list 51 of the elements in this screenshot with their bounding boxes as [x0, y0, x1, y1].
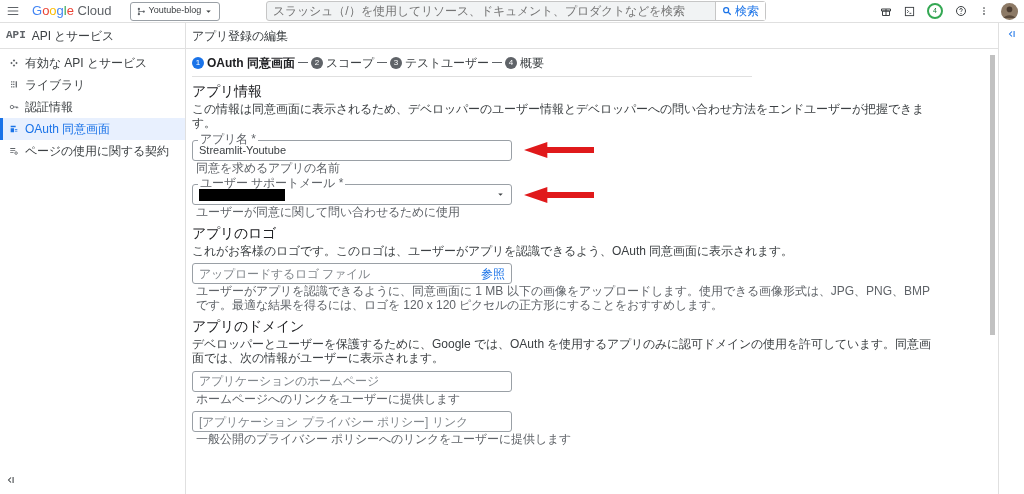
project-icon [136, 6, 146, 16]
field-label: ユーザー サポートメール * [198, 177, 346, 190]
step-number: 1 [192, 56, 204, 69]
help-icon[interactable] [955, 5, 967, 17]
helper-text: ホームページへのリンクをユーザーに提供します [196, 392, 461, 407]
step[interactable]: 1 OAuth 同意画面 [192, 53, 295, 72]
sidebar-item[interactable]: OAuth 同意画面 [0, 118, 185, 140]
sidebar-item[interactable]: 認証情報 [0, 96, 185, 118]
description: デベロッパーとユーザーを保護するために、Google では、OAuth を使用するアプリのみに認可ドメインの使用を許可しています。同意画面では、次の情報がユーザーに表示されます。 [192, 336, 932, 366]
search-field[interactable]: スラッシュ（/）を使用してリソース、ドキュメント、プロダクトなどを検索 検索 [266, 1, 767, 21]
search-button[interactable]: 検索 [715, 2, 766, 20]
input-field[interactable]: アプリケーションのホームページ [192, 370, 512, 392]
field-label: アプリ名 * [198, 132, 258, 145]
list-icon [9, 146, 19, 156]
logo[interactable]: Google Cloud [32, 1, 112, 21]
step-number: 4 [505, 56, 517, 69]
sidebar-item[interactable]: 有効な API とサービス [0, 52, 185, 74]
step[interactable]: 2 スコープ [311, 53, 374, 72]
key-icon [9, 102, 19, 112]
api-logo: API [6, 28, 26, 44]
sidebar-item[interactable]: ページの使用に関する契約 [0, 140, 185, 162]
file-field[interactable]: アップロードするロゴ ファイル 参照 [192, 263, 512, 285]
sidebar-title: API とサービス [31, 27, 115, 45]
helper-text: 同意を求めるアプリの名前 [196, 161, 341, 176]
helper-text: ユーザーがアプリを認識できるように、同意画面に 1 MB 以下の画像をアップロードします。使用できる画像形式は、JPG、PNG、BMP です。最適な結果を得るには、ロゴを 120 x 120 ピクセルの正方形にすることをおすすめします。 [196, 285, 931, 313]
helper-text: 一般公開のプライバシー ポリシーへのリンクをユーザーに提供します [196, 433, 573, 448]
input-field[interactable]: [アプリケーション プライバシー ポリシー] リンク [192, 411, 512, 433]
step-number: 3 [390, 56, 402, 69]
description: これがお客様のロゴです。このロゴは、ユーザーがアプリを認識できるよう、OAuth 同意画面に表示されます。 [192, 243, 795, 259]
project-selector[interactable]: Youtube-blog [129, 1, 221, 21]
gift-icon[interactable] [880, 5, 892, 17]
collapse-icon[interactable] [1006, 29, 1017, 39]
helper-text: ユーザーが同意に関して問い合わせるために使用 [196, 206, 461, 221]
scrollbar[interactable] [990, 55, 995, 335]
sidebar-item[interactable]: ライブラリ [0, 74, 185, 96]
section-heading: アプリのドメイン [192, 317, 305, 335]
step[interactable]: 3 テストユーザー [390, 53, 489, 72]
step[interactable]: 4 概要 [505, 53, 544, 72]
diamond-cluster-icon [9, 58, 19, 68]
menu-icon[interactable] [6, 4, 20, 18]
terminal-icon[interactable] [904, 5, 915, 17]
description: この情報は同意画面に表示されるため、デベロッパーのユーザー情報とデベロッパーへの問い合わせ方法をエンドユーザーが把握できます。 [192, 101, 925, 131]
page-title: アプリ登録の編集 [192, 27, 288, 45]
library-icon [9, 80, 19, 90]
browse-link[interactable]: 参照 [481, 264, 505, 283]
avatar[interactable] [1001, 2, 1018, 20]
collapse-icon[interactable] [6, 474, 16, 485]
step-number: 2 [311, 56, 323, 69]
search-icon [722, 6, 733, 16]
section-heading: アプリのロゴ [192, 225, 277, 242]
section-heading: アプリ情報 [192, 83, 263, 100]
